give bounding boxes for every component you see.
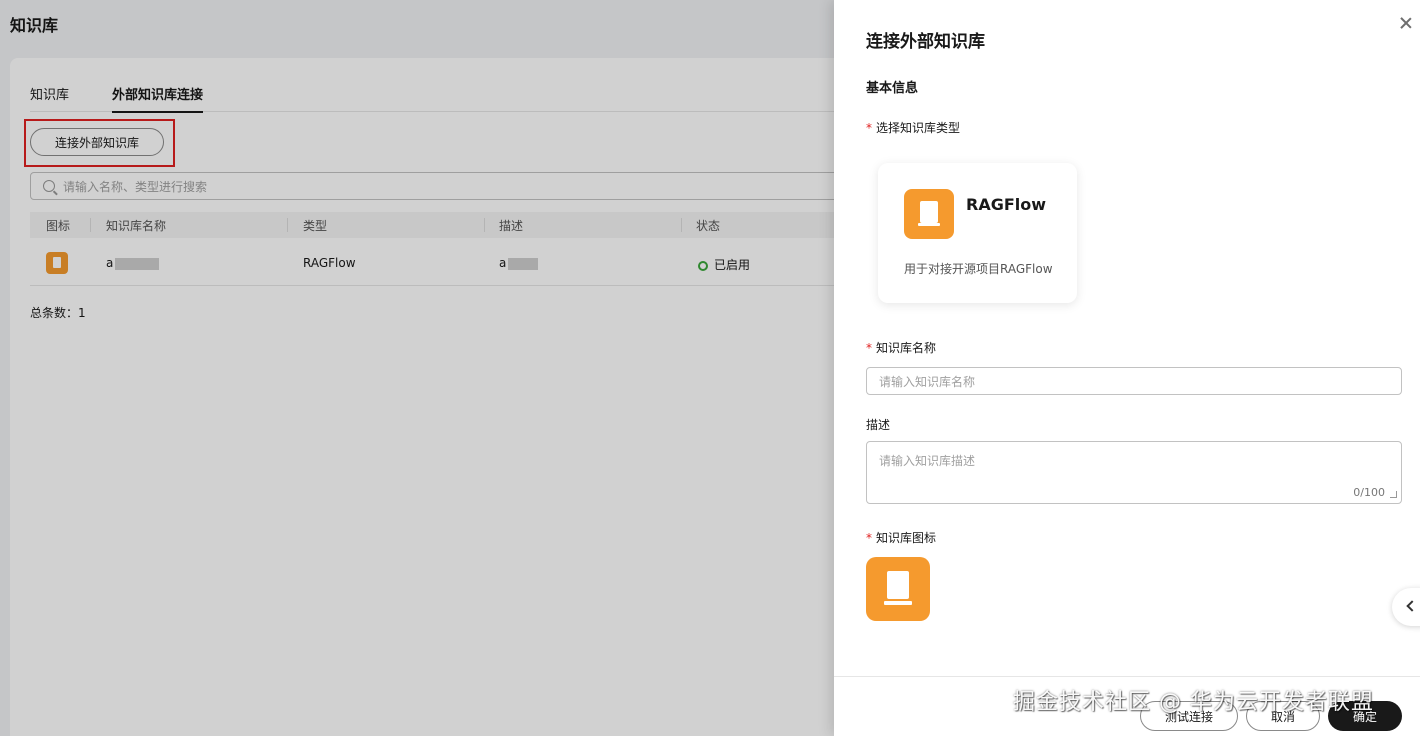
required-asterisk: * xyxy=(866,341,872,355)
section-title-basic-info: 基本信息 xyxy=(866,81,919,96)
char-counter: 0/100 xyxy=(1353,486,1385,499)
description-label: 描述 xyxy=(866,418,891,432)
kb-type-description: 用于对接开源项目RAGFlow xyxy=(904,262,1053,276)
kb-type-name: RAGFlow xyxy=(966,195,1047,214)
kb-name-label: * 知识库名称 xyxy=(866,341,937,355)
kb-type-card-ragflow[interactable]: RAGFlow 用于对接开源项目RAGFlow xyxy=(878,163,1077,303)
description-placeholder: 请输入知识库描述 xyxy=(879,454,976,468)
collapse-panel-button[interactable] xyxy=(1392,588,1420,626)
resize-handle-icon[interactable] xyxy=(1390,491,1397,498)
kb-icon-picker[interactable] xyxy=(866,557,930,621)
drawer-title: 连接外部知识库 xyxy=(866,32,985,52)
chevron-left-icon xyxy=(1406,600,1418,612)
description-textarea[interactable]: 请输入知识库描述 0/100 xyxy=(866,441,1402,504)
required-asterisk: * xyxy=(866,531,872,545)
required-asterisk: * xyxy=(866,121,872,135)
book-icon xyxy=(904,189,954,239)
watermark: 掘金技术社区 @ 华为云开发者联盟 xyxy=(1013,690,1374,715)
connect-kb-drawer: 连接外部知识库 基本信息 * 选择知识库类型 RAGFlow 用于对接开源项目RA… xyxy=(834,0,1420,736)
close-icon[interactable] xyxy=(1399,16,1413,30)
kb-name-input[interactable]: 请输入知识库名称 xyxy=(866,367,1402,395)
kb-icon-label: * 知识库图标 xyxy=(866,531,937,545)
kb-type-label: * 选择知识库类型 xyxy=(866,121,961,135)
kb-name-placeholder: 请输入知识库名称 xyxy=(879,374,976,389)
